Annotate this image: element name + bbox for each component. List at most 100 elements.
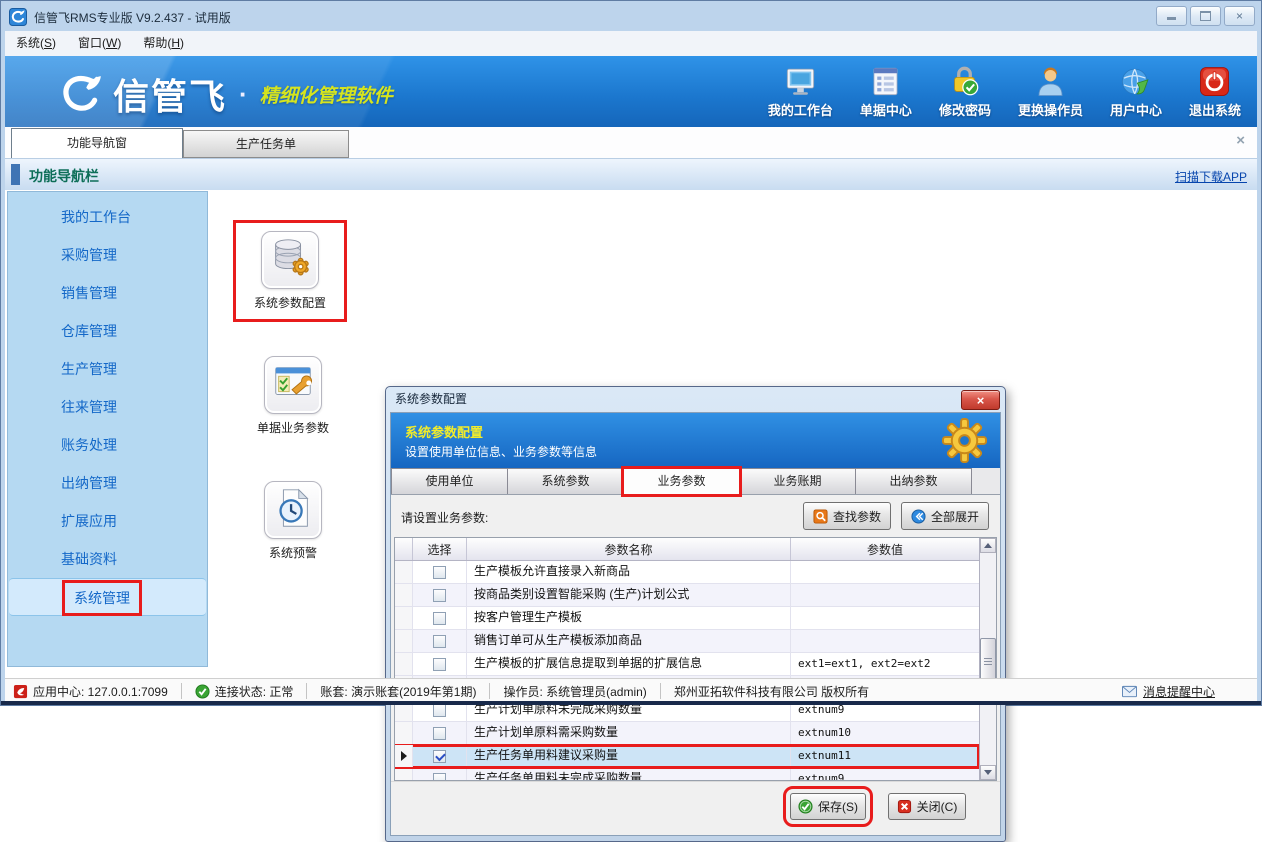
select-column-header: 选择 (413, 538, 467, 560)
row-checkbox[interactable] (433, 589, 446, 602)
row-checkbox[interactable] (433, 704, 446, 717)
operator-label: 操作员: 系统管理员(admin) (503, 683, 646, 700)
maximize-button[interactable] (1190, 6, 1221, 26)
row-checkbox[interactable] (433, 635, 446, 648)
menu-item-0[interactable]: 系统(S) (5, 31, 67, 56)
connection-label: 连接状态: 正常 (215, 683, 294, 700)
param-row-9[interactable]: 生产任务单用料未完成采购数量extnum9 (395, 768, 979, 780)
sidebar-item-label: 往来管理 (61, 399, 117, 415)
sidebar-item-1[interactable]: 采购管理 (8, 236, 207, 274)
main-tab-0[interactable]: 功能导航窗 (11, 128, 183, 158)
brand-slogan: 精细化管理软件 (260, 81, 393, 108)
dialog-toolbar: 请设置业务参数: 查找参数 全部展开 (391, 495, 1000, 537)
expand-all-label: 全部展开 (931, 508, 979, 525)
params-table-header: 选择 参数名称 参数值 (395, 538, 979, 561)
row-checkbox[interactable] (433, 773, 446, 781)
param-row-6[interactable]: 生产计划单原料未完成采购数量extnum9 (395, 699, 979, 722)
dialog-header-title: 系统参数配置 (405, 422, 483, 441)
param-row-1[interactable]: 按商品类别设置智能采购 (生产)计划公式 (395, 584, 979, 607)
sidebar-item-4[interactable]: 生产管理 (8, 350, 207, 388)
banner-action-2[interactable]: 修改密码 (939, 65, 991, 119)
expand-all-button[interactable]: 全部展开 (901, 502, 989, 530)
param-name-cell: 按商品类别设置智能采购 (生产)计划公式 (467, 584, 791, 606)
dialog-tab-3[interactable]: 业务账期 (739, 468, 856, 494)
row-checkbox[interactable] (433, 612, 446, 625)
shortcut-2[interactable]: 系统预警 (243, 481, 343, 561)
sidebar-item-0[interactable]: 我的工作台 (8, 198, 207, 236)
param-row-0[interactable]: 生产模板允许直接录入新商品 (395, 561, 979, 584)
banner-action-4[interactable]: 用户中心 (1110, 65, 1162, 119)
dialog-title: 系统参数配置 (395, 392, 467, 406)
param-value-cell: extnum9 (791, 699, 979, 721)
param-row-4[interactable]: 生产模板的扩展信息提取到单据的扩展信息ext1=ext1, ext2=ext2 (395, 653, 979, 676)
account-status: 账套: 演示账套(2019年第1期) (307, 683, 489, 700)
sidebar-item-label: 生产管理 (61, 361, 117, 377)
banner-action-1[interactable]: 单据中心 (860, 65, 912, 119)
param-value-cell: extnum11 (791, 745, 979, 767)
minimize-button[interactable] (1156, 6, 1187, 26)
dialog-tab-0[interactable]: 使用单位 (391, 468, 508, 494)
param-row-3[interactable]: 销售订单可从生产模板添加商品 (395, 630, 979, 653)
brand-banner: 信管飞 · 精细化管理软件 我的工作台单据中心修改密码更换操作员用户中心退出系统 (5, 56, 1257, 127)
param-row-8[interactable]: 生产任务单用料建议采购量extnum11 (395, 745, 979, 768)
menu-item-1[interactable]: 窗口(W) (67, 31, 132, 56)
scan-download-app-link[interactable]: 扫描下载APP (1175, 168, 1247, 185)
sidebar-item-8[interactable]: 扩展应用 (8, 502, 207, 540)
main-content: 我的工作台采购管理销售管理仓库管理生产管理往来管理账务处理出纳管理扩展应用基础资… (5, 190, 1257, 678)
close-button[interactable]: × (1224, 6, 1255, 26)
status-bar: 应用中心: 127.0.0.1:7099 连接状态: 正常 账套: 演示账套(2… (5, 678, 1257, 703)
param-row-7[interactable]: 生产计划单原料需采购数量extnum10 (395, 722, 979, 745)
shortcut-button-2[interactable] (264, 481, 322, 539)
shortcut-label: 系统参数配置 (240, 294, 340, 311)
gear-icon (941, 417, 988, 464)
param-value-cell: extnum10 (791, 722, 979, 744)
nav-header-bar: 功能导航栏 扫描下载APP (5, 158, 1257, 191)
row-indicator-cell (395, 768, 413, 780)
sidebar-item-9[interactable]: 基础资料 (8, 540, 207, 578)
dialog-close-button[interactable]: × (961, 390, 1000, 410)
shortcut-0[interactable]: 系统参数配置 (233, 220, 347, 322)
row-indicator-column-header (395, 538, 413, 560)
dialog-close-action-button[interactable]: 关闭(C) (888, 793, 966, 820)
shortcut-button-0[interactable] (261, 231, 319, 289)
banner-action-0[interactable]: 我的工作台 (768, 65, 833, 119)
param-value-cell (791, 607, 979, 629)
sidebar-item-5[interactable]: 往来管理 (8, 388, 207, 426)
scroll-down-button[interactable] (980, 765, 996, 780)
sidebar-item-7[interactable]: 出纳管理 (8, 464, 207, 502)
row-checkbox[interactable] (433, 750, 446, 763)
table-scrollbar[interactable] (979, 538, 996, 780)
expand-all-icon (911, 509, 926, 524)
banner-action-5[interactable]: 退出系统 (1189, 65, 1241, 119)
banner-action-label: 修改密码 (939, 100, 991, 119)
dialog-tab-4[interactable]: 出纳参数 (855, 468, 972, 494)
tab-close-icon[interactable]: × (1236, 131, 1245, 151)
sidebar-item-6[interactable]: 账务处理 (8, 426, 207, 464)
find-params-button[interactable]: 查找参数 (803, 502, 891, 530)
message-center-link[interactable]: 消息提醒中心 (1122, 683, 1251, 700)
shortcut-1[interactable]: 单据业务参数 (243, 356, 343, 436)
dialog-title-bar[interactable]: 系统参数配置 × (390, 387, 1001, 412)
param-value-cell: extnum9 (791, 768, 979, 780)
sidebar-item-3[interactable]: 仓库管理 (8, 312, 207, 350)
switch-operator-user-icon (1034, 65, 1067, 98)
banner-action-3[interactable]: 更换操作员 (1018, 65, 1083, 119)
database-gear-icon (267, 235, 313, 286)
menu-item-2[interactable]: 帮助(H) (132, 31, 195, 56)
app-center-logo-icon (13, 684, 28, 699)
sidebar-item-10[interactable]: 系统管理 (9, 578, 206, 616)
dialog-tab-1[interactable]: 系统参数 (507, 468, 624, 494)
row-checkbox[interactable] (433, 727, 446, 740)
param-value-cell (791, 630, 979, 652)
sidebar-item-2[interactable]: 销售管理 (8, 274, 207, 312)
dialog-tab-2[interactable]: 业务参数 (623, 468, 740, 495)
param-row-2[interactable]: 按客户管理生产模板 (395, 607, 979, 630)
save-button[interactable]: 保存(S) (790, 793, 866, 820)
row-indicator-cell (395, 584, 413, 606)
shortcut-button-1[interactable] (264, 356, 322, 414)
scroll-up-button[interactable] (980, 538, 996, 553)
row-checkbox[interactable] (433, 658, 446, 671)
row-checkbox[interactable] (433, 566, 446, 579)
row-checkbox-cell (413, 584, 467, 606)
main-tab-1[interactable]: 生产任务单 (183, 130, 349, 158)
